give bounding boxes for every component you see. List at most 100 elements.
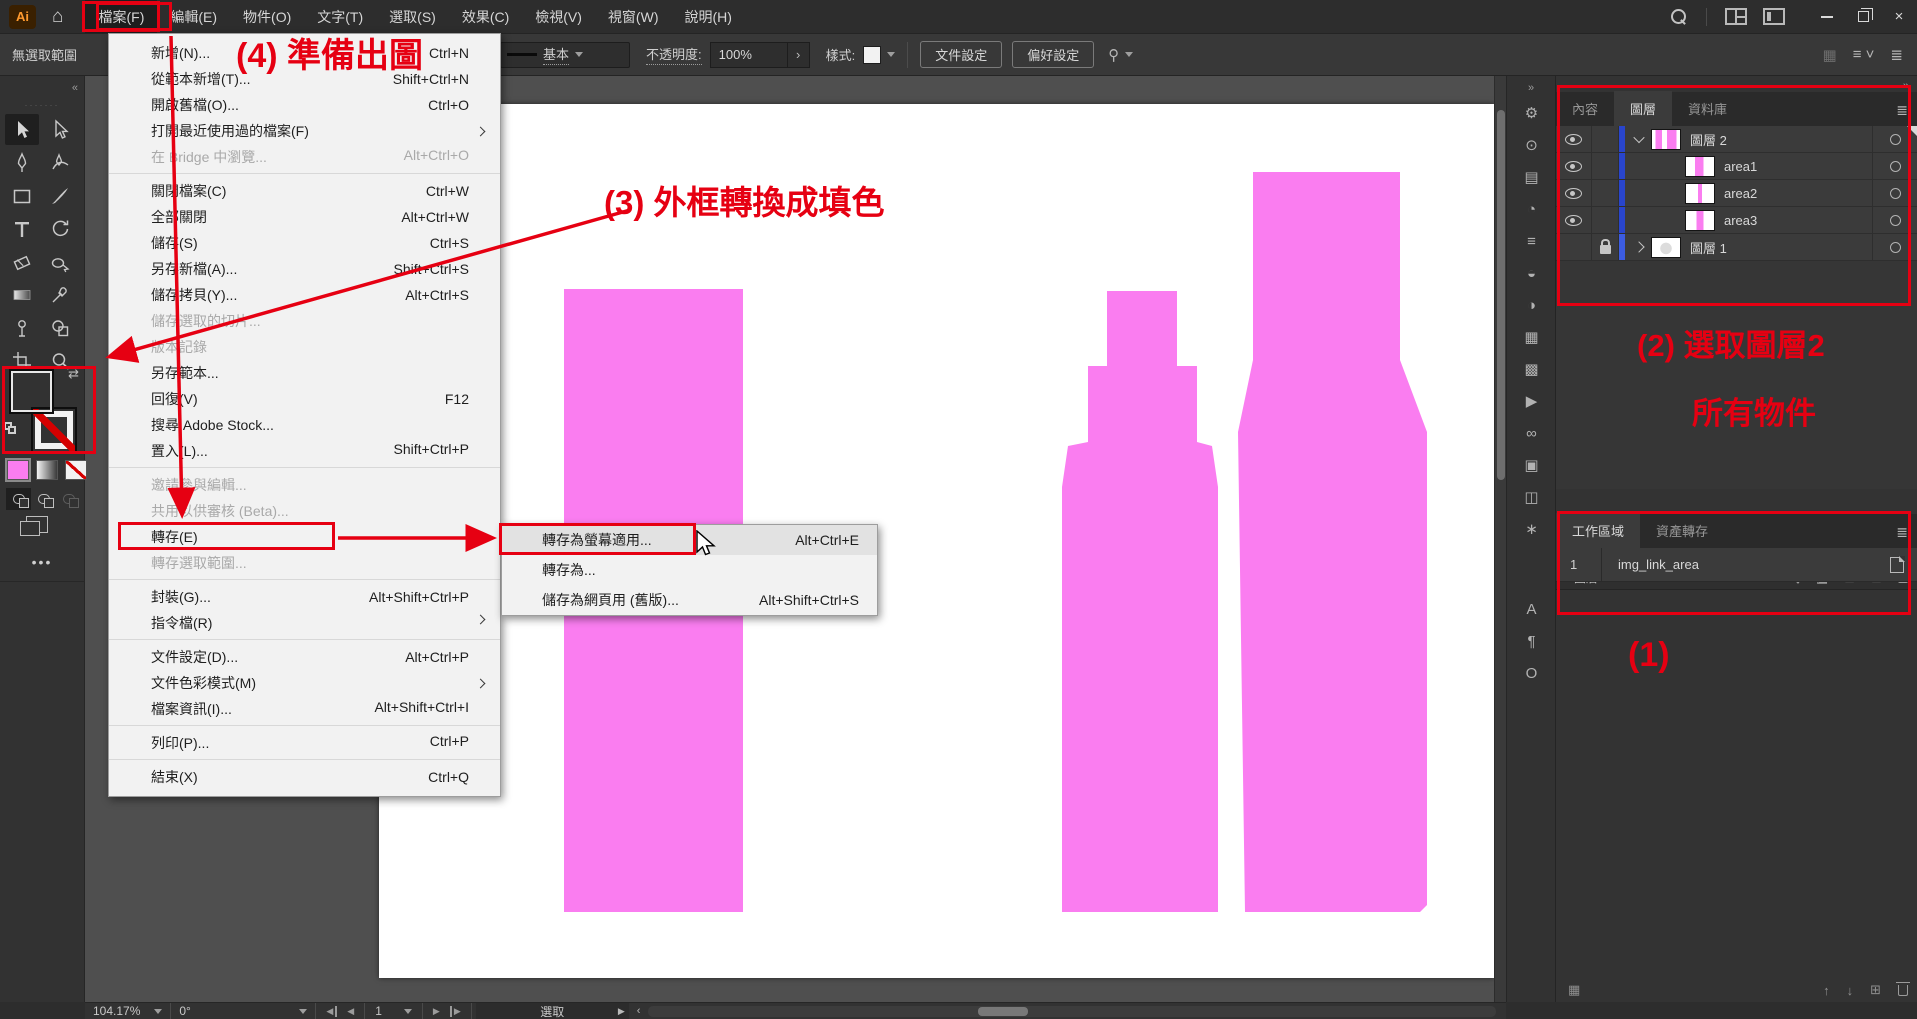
dock-panel-icon[interactable]: ¶ (1527, 634, 1535, 649)
dock-panel-icon[interactable]: ◑ (1527, 298, 1536, 313)
dock-panel-icon[interactable]: A (1526, 602, 1536, 617)
color-button[interactable] (7, 460, 29, 480)
file-menu-item[interactable]: 檔案資訊(I)... Alt+Shift+Ctrl+I (109, 696, 500, 726)
shape-area2[interactable] (1062, 291, 1218, 912)
fill-color-well[interactable] (9, 369, 54, 414)
file-menu-item[interactable]: 版本記錄 (109, 334, 500, 360)
style-dropdown-carat[interactable] (887, 52, 895, 57)
workspace-switcher-icon[interactable] (1725, 8, 1747, 25)
layer-row[interactable]: area1 (1556, 153, 1917, 180)
layer-name[interactable]: area2 (1724, 186, 1757, 201)
puppet-warp-tool[interactable] (5, 312, 39, 343)
rectangle-tool[interactable] (5, 180, 39, 211)
target-cell[interactable] (1872, 153, 1917, 179)
layer-row[interactable]: 圖層 1 (1556, 234, 1917, 261)
paintbrush-tool[interactable] (43, 180, 77, 211)
export-submenu-item[interactable]: 轉存為... (502, 555, 877, 585)
dock-panel-icon[interactable]: ▣ (1524, 458, 1538, 473)
menubar-item[interactable]: 檢視(V) (522, 0, 595, 33)
target-circle-icon[interactable] (1890, 134, 1901, 145)
panel-tab[interactable]: 圖層 (1614, 91, 1672, 126)
minimize-button[interactable] (1809, 0, 1845, 33)
shape-area3[interactable] (1238, 172, 1427, 912)
lock-cell[interactable] (1592, 234, 1619, 260)
file-menu-item[interactable]: 全部關閉 Alt+Ctrl+W (109, 204, 500, 230)
select-similar-carat[interactable] (1125, 52, 1133, 57)
edit-toolbar-icon[interactable]: ••• (32, 554, 53, 570)
horizontal-scrollbar-thumb[interactable] (978, 1007, 1028, 1016)
gradient-tool[interactable] (5, 279, 39, 310)
lock-cell[interactable] (1592, 207, 1619, 233)
dock-panel-icon[interactable]: ⊙ (1525, 138, 1538, 153)
eyedropper-tool[interactable] (43, 279, 77, 310)
shape-builder-tool[interactable] (43, 312, 77, 343)
opacity-label[interactable]: 不透明度: (646, 44, 702, 65)
visibility-cell[interactable] (1556, 234, 1592, 260)
eye-icon[interactable] (1565, 161, 1582, 172)
rotate-tool[interactable] (43, 213, 77, 244)
layer-thumbnail[interactable] (1651, 237, 1681, 258)
draw-behind-mode[interactable] (31, 488, 56, 510)
target-circle-icon[interactable] (1890, 188, 1901, 199)
move-up-icon[interactable]: ↑ (1823, 983, 1830, 998)
tools-grip[interactable]: ······· (25, 100, 60, 110)
shaper-tool[interactable] (43, 246, 77, 277)
vertical-scrollbar-thumb[interactable] (1497, 110, 1505, 480)
dock-panel-icon[interactable]: ∞ (1526, 426, 1537, 441)
file-menu-item[interactable]: 文件設定(D)... Alt+Ctrl+P (109, 644, 500, 670)
file-menu-item[interactable]: 在 Bridge 中瀏覽... Alt+Ctrl+O (109, 144, 500, 174)
opacity-more-button[interactable]: › (788, 42, 810, 68)
direct-selection-tool[interactable] (43, 114, 77, 145)
artboard-row[interactable]: 1 img_link_area (1556, 548, 1917, 582)
close-button[interactable]: × (1881, 0, 1917, 33)
dock-panel-icon[interactable]: O (1526, 666, 1538, 681)
lock-cell[interactable] (1592, 180, 1619, 206)
delete-artboard-icon[interactable] (1898, 985, 1908, 996)
align-icons[interactable]: ▦ (1823, 46, 1837, 64)
file-menu-item[interactable]: 邀請參與編輯... (109, 472, 500, 498)
status-play-icon[interactable]: ▶ (618, 1006, 625, 1017)
search-icon[interactable] (1671, 9, 1686, 24)
illustrator-logo-icon[interactable]: Ai (9, 5, 36, 29)
visibility-cell[interactable] (1556, 153, 1592, 179)
visibility-cell[interactable] (1556, 126, 1592, 152)
dock-panel-icon[interactable]: ≡ (1527, 234, 1536, 249)
target-circle-icon[interactable] (1890, 242, 1901, 253)
dock-panel-icon[interactable]: ▤ (1524, 170, 1538, 185)
collapse-tools-icon[interactable]: « (72, 82, 78, 94)
arrange-documents-icon[interactable] (1763, 8, 1785, 25)
panel-tab[interactable]: 工作區域 (1556, 513, 1640, 548)
align-to-selection-icon[interactable]: ≡ ˅ (1853, 46, 1875, 63)
select-similar-icon[interactable]: ⚲ (1108, 46, 1119, 64)
file-menu-item[interactable]: 轉存選取範圍... (109, 550, 500, 580)
stroke-style-label[interactable]: 基本 (543, 44, 569, 65)
file-menu-item[interactable]: 共用以供審核 (Beta)... (109, 498, 500, 524)
selection-tool[interactable] (5, 114, 39, 145)
default-fill-stroke-icon[interactable] (4, 422, 17, 435)
expand-panels-icon[interactable]: » (1528, 82, 1534, 94)
eraser-tool[interactable] (5, 246, 39, 277)
opacity-input[interactable]: 100% (710, 42, 788, 68)
file-menu-item[interactable]: 轉存(E) (109, 524, 500, 550)
panel-tab[interactable]: 資產轉存 (1640, 513, 1724, 548)
dock-panel-icon[interactable]: ◔ (1527, 202, 1536, 217)
draw-normal-mode[interactable] (6, 488, 31, 510)
file-menu-item[interactable]: 封裝(G)... Alt+Shift+Ctrl+P (109, 584, 500, 610)
layer-row[interactable]: area3 (1556, 207, 1917, 234)
file-menu-item[interactable]: 文件色彩模式(M) (109, 670, 500, 696)
file-menu-item[interactable]: 關閉檔案(C) Ctrl+W (109, 178, 500, 204)
file-menu-item[interactable]: 另存範本... (109, 360, 500, 386)
type-tool[interactable] (5, 213, 39, 244)
grid-view-icon[interactable]: ▦ (1568, 982, 1580, 998)
draw-inside-mode[interactable] (56, 488, 81, 510)
expand-chevron-icon[interactable] (1633, 241, 1644, 252)
stroke-style-select[interactable]: 基本 (500, 42, 630, 68)
target-circle-icon[interactable] (1890, 215, 1901, 226)
control-bar-menu-icon[interactable]: ≣ (1890, 46, 1903, 64)
file-menu-item[interactable]: 搜尋 Adobe Stock... (109, 412, 500, 438)
menubar-item[interactable]: 視窗(W) (595, 0, 672, 33)
layers-panel-menu-icon[interactable]: ≣ (1896, 102, 1908, 119)
menubar-item[interactable]: 檔案(F) (85, 0, 157, 33)
artboard-number-select[interactable]: 1 (364, 1003, 423, 1019)
file-menu-item[interactable]: 結束(X) Ctrl+Q (109, 764, 500, 790)
